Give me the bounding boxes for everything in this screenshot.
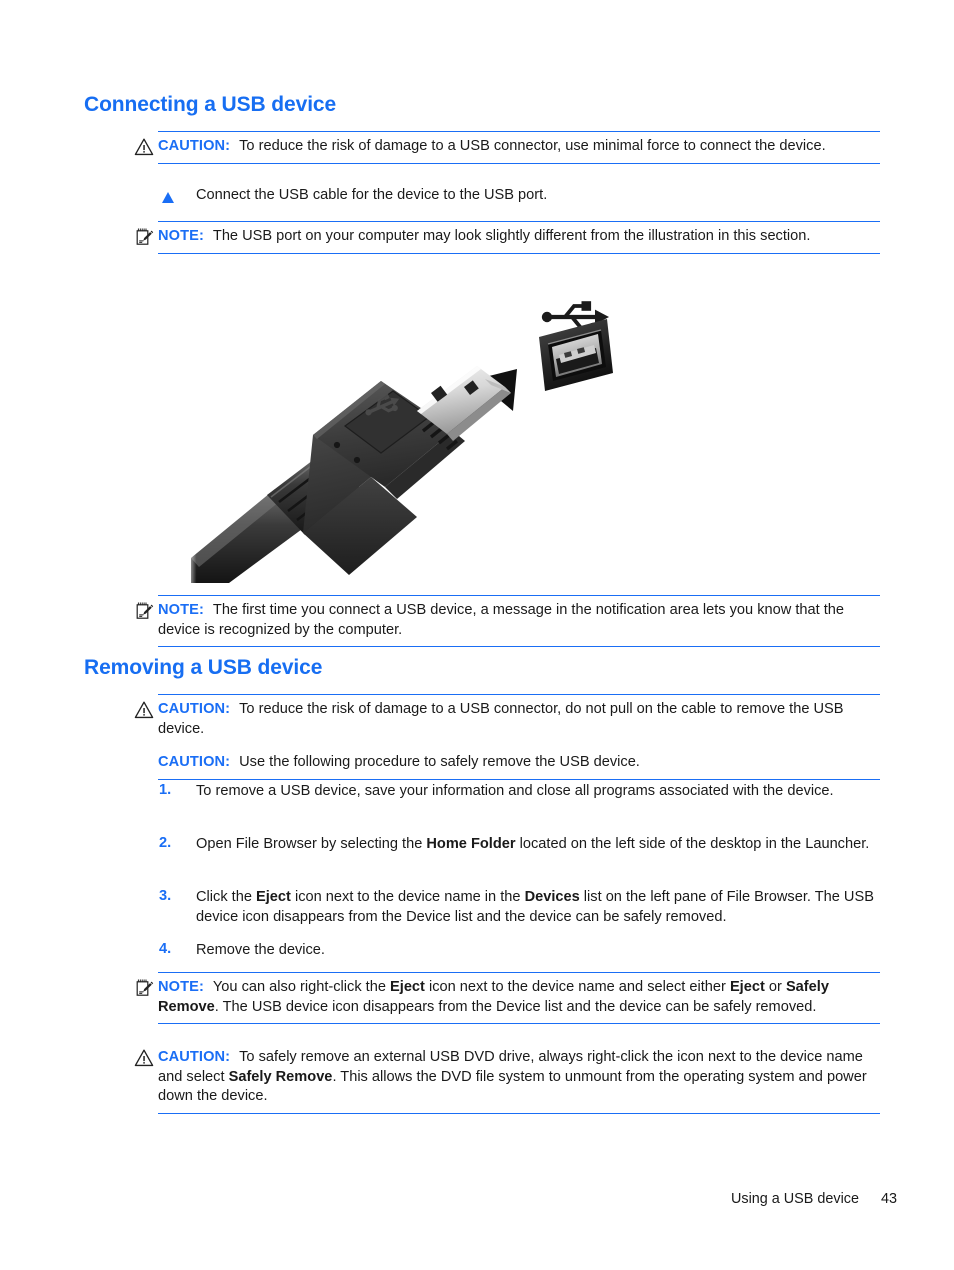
footer-page-number: 43 [880, 1191, 897, 1207]
step-number: 3. [159, 888, 172, 904]
note-body: You can also right-click the Eject icon … [158, 979, 829, 1015]
note-notepad-pencil-icon [134, 601, 154, 621]
caution-text-secondary: CAUTION: Use the following procedure to s… [158, 753, 880, 773]
note-label: NOTE: [158, 979, 204, 995]
caution-warning-triangle-icon [134, 1048, 154, 1068]
caution-block-removing: CAUTION: To reduce the risk of damage to … [134, 694, 880, 780]
footer-section-title: Using a USB device [731, 1191, 859, 1207]
note-text: NOTE: You can also right-click the Eject … [158, 978, 880, 1017]
usb-type-a-plug-and-cable [185, 366, 511, 583]
note-block-first-time-connect: NOTE: The first time you connect a USB de… [136, 595, 880, 648]
step-text: To remove a USB device, save your inform… [196, 783, 834, 799]
step-text: Remove the device. [196, 942, 325, 958]
ordered-step-1: 1. To remove a USB device, save your inf… [159, 782, 881, 802]
triangle-bullet-icon [162, 192, 174, 203]
ordered-step-4: 4. Remove the device. [159, 941, 881, 961]
caution-warning-triangle-icon [134, 137, 154, 157]
caution-label: CAUTION: [158, 701, 231, 717]
note-text: NOTE: The USB port on your computer may l… [158, 227, 880, 247]
caution-label: CAUTION: [158, 138, 231, 154]
note-block-usb-port-illustration: NOTE: The USB port on your computer may l… [136, 221, 880, 254]
procedure-step-text: Connect the USB cable for the device to … [196, 187, 548, 203]
note-notepad-pencil-icon [134, 978, 154, 998]
caution-body: Use the following procedure to safely re… [239, 754, 640, 771]
caution-label: CAUTION: [158, 754, 231, 771]
caution-body: To reduce the risk of damage to a USB co… [158, 701, 844, 737]
step-number: 1. [159, 782, 172, 798]
document-page: Connecting a USB device CAUTION: To reduc… [0, 0, 954, 1270]
step-text: Click the Eject icon next to the device … [196, 889, 874, 925]
page-footer: Using a USB device 43 [0, 1191, 897, 1207]
caution-text: CAUTION: To safely remove an external USB… [158, 1048, 880, 1107]
note-body: The USB port on your computer may look s… [212, 228, 811, 244]
step-number: 4. [159, 941, 172, 957]
caution-text: CAUTION: To reduce the risk of damage to … [158, 137, 880, 157]
note-block-right-click-eject: NOTE: You can also right-click the Eject … [136, 972, 880, 1025]
caution-label: CAUTION: [158, 1049, 231, 1065]
caution-warning-triangle-icon [134, 700, 154, 720]
ordered-step-2: 2. Open File Browser by selecting the Ho… [159, 835, 881, 855]
note-notepad-pencil-icon [134, 227, 154, 247]
caution-block-usb-dvd-drive: CAUTION: To safely remove an external USB… [134, 1043, 880, 1114]
step-text: Open File Browser by selecting the Home … [196, 836, 870, 852]
note-text: NOTE: The first time you connect a USB de… [158, 601, 880, 640]
note-label: NOTE: [158, 602, 204, 618]
caution-body: To reduce the risk of damage to a USB co… [239, 138, 826, 154]
ordered-step-3: 3. Click the Eject icon next to the devi… [159, 888, 881, 927]
step-number: 2. [159, 835, 172, 851]
caution-block-connecting: CAUTION: To reduce the risk of damage to … [134, 131, 880, 164]
note-label: NOTE: [158, 228, 204, 244]
page-title-connecting-a-usb-device: Connecting a USB device [84, 93, 337, 116]
note-body: The first time you connect a USB device,… [158, 602, 845, 638]
procedure-single-step: Connect the USB cable for the device to … [162, 186, 882, 206]
usb-port-receptacle [539, 319, 613, 391]
page-title-removing-a-usb-device: Removing a USB device [84, 656, 323, 679]
caution-text: CAUTION: To reduce the risk of damage to … [158, 700, 880, 739]
usb-illustration-svg [185, 301, 613, 583]
caution-body: To safely remove an external USB DVD dri… [158, 1049, 867, 1105]
usb-connection-illustration [185, 283, 635, 583]
